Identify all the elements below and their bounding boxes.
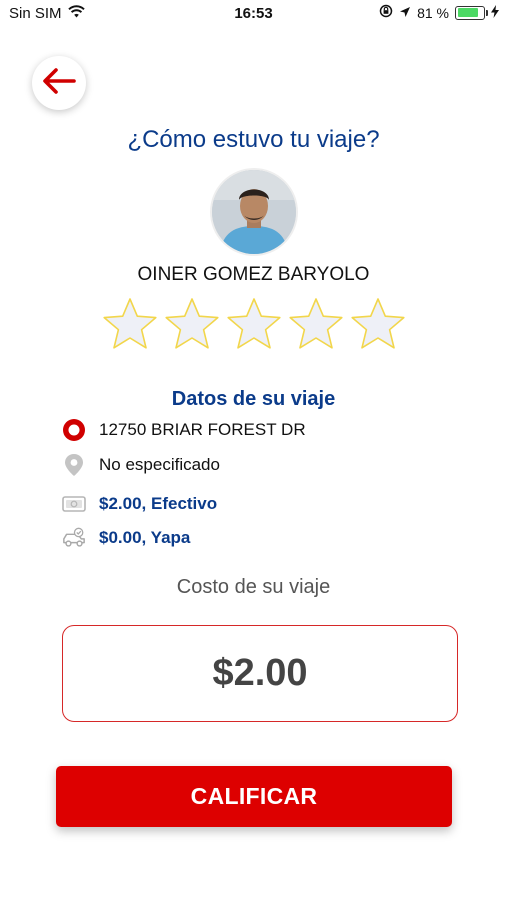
destination-row: No especificado	[62, 453, 220, 477]
rate-button[interactable]: CALIFICAR	[56, 766, 452, 827]
star-icon[interactable]	[349, 296, 407, 354]
status-bar: Sin SIM 16:53 81 %	[0, 0, 507, 28]
trip-details-title: Datos de su viaje	[171, 388, 336, 410]
cost-label: Costo de su viaje	[176, 576, 331, 598]
origin-row: 12750 BRIAR FOREST DR	[62, 418, 306, 442]
battery-fill	[457, 8, 478, 17]
origin-address: 12750 BRIAR FOREST DR	[99, 420, 306, 439]
location-pin-icon	[62, 453, 86, 477]
location-arrow-icon	[399, 5, 411, 21]
car-tip-icon	[62, 526, 86, 550]
rate-button-label: CALIFICAR	[190, 783, 318, 809]
tip-info: $0.00, Yapa	[99, 528, 191, 547]
battery-icon	[455, 5, 488, 20]
star-icon[interactable]	[287, 296, 345, 354]
status-right-group: 81 %	[379, 4, 499, 21]
cash-icon	[62, 492, 86, 516]
page-title: ¿Cómo estuvo tu viaje?	[127, 126, 380, 153]
star-icon[interactable]	[101, 296, 159, 354]
driver-name: OINER GOMEZ BARYOLO	[137, 264, 370, 285]
payment-row: $2.00, Efectivo	[62, 492, 217, 516]
destination-address: No especificado	[99, 455, 220, 474]
battery-percent: 81 %	[417, 4, 449, 21]
payment-info: $2.00, Efectivo	[99, 494, 218, 513]
cost-value: $2.00	[212, 652, 308, 694]
cost-box: $2.00	[62, 625, 458, 722]
origin-pin-icon	[62, 418, 86, 442]
back-button[interactable]	[32, 56, 86, 110]
charging-bolt-icon	[491, 4, 499, 21]
star-rating	[101, 296, 407, 354]
orientation-lock-icon	[379, 4, 393, 21]
star-icon[interactable]	[225, 296, 283, 354]
star-icon[interactable]	[163, 296, 221, 354]
driver-avatar	[210, 168, 298, 256]
arrow-left-icon	[42, 67, 76, 99]
tip-row: $0.00, Yapa	[62, 526, 190, 550]
